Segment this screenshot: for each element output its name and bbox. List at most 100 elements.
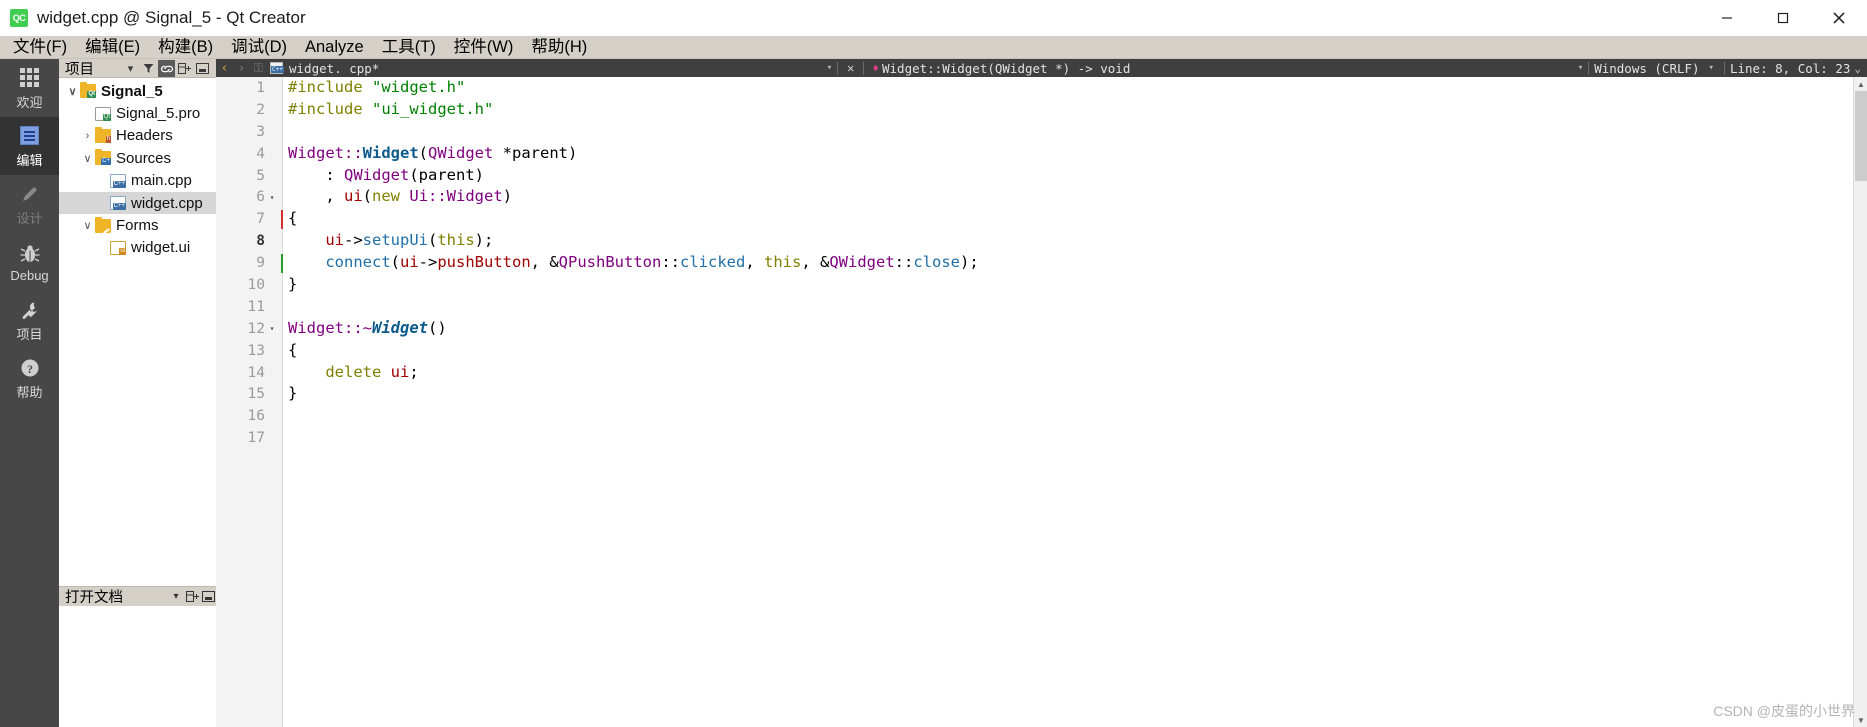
mode-projects[interactable]: 项目	[0, 291, 59, 349]
lock-icon[interactable]: ⚿	[250, 59, 267, 77]
mode-debug[interactable]: Debug	[0, 233, 59, 291]
question-icon: ?	[19, 356, 41, 380]
symbol-dropdown-icon[interactable]: ▾	[1578, 63, 1583, 73]
tree-item-widget-cpp[interactable]: C++ widget.cpp	[59, 191, 216, 215]
cursor-position-label[interactable]: Line: 8, Col: 23	[1730, 61, 1854, 76]
code-token: ;	[409, 362, 419, 381]
fold-marker-icon[interactable]: ▾	[265, 324, 279, 333]
mode-help[interactable]: ? 帮助	[0, 349, 59, 407]
close-document-icon[interactable]: ✕	[843, 61, 858, 75]
code-line[interactable]: }	[284, 383, 1867, 405]
open-documents-bar[interactable]: 打开文档 ▾	[59, 586, 216, 606]
menu-analyze[interactable]: Analyze	[296, 36, 373, 59]
divider	[1588, 61, 1590, 75]
menu-build[interactable]: 构建(B)	[149, 36, 222, 59]
tree-item-label: Sources	[116, 149, 172, 167]
fold-marker-icon[interactable]: ▾	[265, 193, 279, 202]
scrollbar-thumb[interactable]	[1855, 91, 1867, 181]
code-line[interactable]: connect(ui->pushButton, &QPushButton::cl…	[284, 252, 1867, 274]
code-line[interactable]	[284, 121, 1867, 143]
chevron-expanded-icon[interactable]: ∨	[65, 85, 80, 98]
tree-item-signal5-project[interactable]: ∨ Qt Signal_5	[59, 80, 216, 102]
code-line[interactable]	[284, 405, 1867, 427]
mode-design[interactable]: 设计	[0, 175, 59, 233]
minimize-panel-icon[interactable]	[200, 589, 216, 605]
mode-welcome[interactable]: 欢迎	[0, 59, 59, 117]
chevron-down-icon[interactable]: ▾	[168, 589, 184, 605]
menu-tools[interactable]: 工具(T)	[373, 36, 445, 59]
code-token: ,	[288, 187, 344, 206]
code-line[interactable]: Widget::~Widget()	[284, 318, 1867, 340]
close-button[interactable]	[1811, 0, 1867, 36]
open-documents-label: 打开文档	[65, 590, 123, 606]
code-line[interactable]: #include "widget.h"	[284, 77, 1867, 99]
navigate-back-icon[interactable]: ‹	[216, 59, 233, 77]
code-line[interactable]: Widget::Widget(QWidget *parent)	[284, 143, 1867, 165]
link-sync-icon[interactable]	[158, 60, 175, 77]
filter-icon[interactable]	[140, 60, 157, 77]
line-number: 11▾	[216, 296, 282, 318]
fold-spacer: ▾	[265, 280, 279, 289]
change-marker	[281, 253, 283, 273]
tree-item-label: Signal_5.pro	[116, 105, 201, 123]
fold-spacer: ▾	[265, 412, 279, 421]
tree-item-forms[interactable]: ∨ Forms	[59, 214, 216, 236]
code-line[interactable]	[284, 427, 1867, 449]
chevron-expand-icon[interactable]: ⌄	[1854, 62, 1867, 75]
code-line[interactable]	[284, 296, 1867, 318]
line-number: 16▾	[216, 405, 282, 427]
project-tree[interactable]: ∨ Qt Signal_5 Qt Signal_5.pro › h Header…	[59, 78, 216, 586]
code-line[interactable]: #include "ui_widget.h"	[284, 99, 1867, 121]
code-line[interactable]: {	[284, 208, 1867, 230]
code-line[interactable]: , ui(new Ui::Widget)	[284, 186, 1867, 208]
menu-widgets[interactable]: 控件(W)	[445, 36, 523, 59]
code-token: Ui::Widget	[409, 187, 503, 206]
file-dropdown-icon[interactable]: ▾	[827, 63, 832, 73]
chevron-expanded-icon[interactable]: ∨	[80, 152, 95, 165]
scroll-down-icon[interactable]: ▼	[1854, 713, 1867, 727]
code-token: ui	[390, 362, 410, 381]
code-token: #include	[288, 78, 372, 96]
minimize-button[interactable]	[1699, 0, 1755, 36]
mode-edit[interactable]: 编辑	[0, 117, 59, 175]
qt-creator-window: QC widget.cpp @ Signal_5 - Qt Creator 文件…	[0, 0, 1867, 727]
pencil-icon	[19, 182, 41, 206]
code-editor[interactable]: 1▾2▾3▾4▾5▾6▾7▾8▾9▾10▾11▾12▾13▾14▾15▾16▾1…	[216, 77, 1867, 727]
code-line[interactable]: }	[284, 274, 1867, 296]
fold-spacer: ▾	[265, 390, 279, 399]
line-ending-label[interactable]: Windows (CRLF)	[1594, 61, 1703, 76]
tree-item-sources[interactable]: ∨ C+ Sources	[59, 147, 216, 169]
encoding-dropdown-icon[interactable]: ▾	[1704, 63, 1719, 73]
chevron-down-icon[interactable]: ▾	[122, 60, 139, 77]
menu-debug[interactable]: 调试(D)	[222, 36, 296, 59]
maximize-button[interactable]	[1755, 0, 1811, 36]
code-token: QPushButton	[558, 253, 662, 272]
tree-item-signal5-pro[interactable]: Qt Signal_5.pro	[59, 102, 216, 124]
menu-help[interactable]: 帮助(H)	[522, 36, 596, 59]
code-token: pushButton	[437, 253, 531, 272]
title-bar: QC widget.cpp @ Signal_5 - Qt Creator	[0, 0, 1867, 36]
code-line[interactable]: {	[284, 340, 1867, 362]
code-line[interactable]: delete ui;	[284, 362, 1867, 384]
code-line[interactable]: ui->setupUi(this);	[284, 230, 1867, 252]
navigate-forward-icon[interactable]: ›	[233, 59, 250, 77]
menu-edit[interactable]: 编辑(E)	[76, 36, 149, 59]
split-panel-icon[interactable]	[184, 589, 200, 605]
current-symbol-label[interactable]: Widget::Widget(QWidget *) -> void	[882, 61, 1130, 76]
qt-creator-logo-icon: QC	[10, 9, 28, 27]
chevron-collapsed-icon[interactable]: ›	[80, 130, 95, 142]
scroll-up-icon[interactable]: ▲	[1854, 77, 1867, 91]
minimize-panel-icon[interactable]	[194, 60, 211, 77]
code-content[interactable]: #include "widget.h" #include "ui_widget.h…	[284, 77, 1867, 727]
code-line[interactable]: : QWidget(parent)	[284, 165, 1867, 187]
current-file-label[interactable]: widget. cpp*	[283, 61, 379, 76]
menu-file[interactable]: 文件(F)	[4, 36, 76, 59]
split-panel-icon[interactable]	[176, 60, 193, 77]
tree-item-headers[interactable]: › h Headers	[59, 125, 216, 147]
chevron-expanded-icon[interactable]: ∨	[80, 219, 95, 232]
tree-item-main-cpp[interactable]: C++ main.cpp	[59, 170, 216, 192]
vertical-scrollbar[interactable]: ▲ ▼	[1853, 77, 1867, 727]
code-token: (parent)	[409, 165, 484, 184]
tree-item-widget-ui[interactable]: ui widget.ui	[59, 237, 216, 259]
